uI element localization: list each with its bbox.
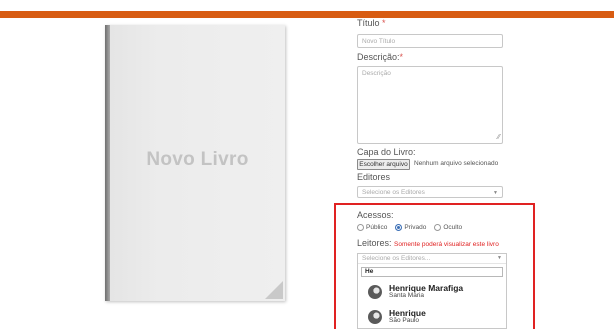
access-radio-group: Público Privado Oculto [357,224,462,231]
editors-select[interactable]: Selecione os Editores ▼ [357,186,503,198]
description-label: Descrição:* [357,52,403,62]
choose-file-button[interactable]: Escolher arquivo [357,159,410,170]
title-label: Título * [357,18,386,28]
radio-privado[interactable]: Privado [395,224,426,231]
chevron-down-icon: ▼ [497,255,502,261]
reader-city: Santa Maria [389,291,425,299]
description-label-text: Descrição: [357,52,400,62]
resize-handle-icon[interactable]: ⁄⁄ [498,134,500,141]
readers-select-dropdown[interactable]: Selecione os Editores... ▼ He Henrique M… [357,253,507,329]
book-cover-preview: Novo Livro [105,25,285,301]
radio-button-icon [434,224,442,231]
radio-label: Público [366,224,388,231]
access-label: Acessos: [357,210,394,220]
readers-select[interactable]: Selecione os Editores... ▼ [358,254,506,264]
reader-option[interactable]: Henrique São Paulo [358,304,506,328]
radio-button-selected-icon [395,224,403,231]
cover-label: Capa do Livro: [357,147,416,157]
editors-select-placeholder: Selecione os Editores [362,189,425,196]
file-status-text: Nenhum arquivo selecionado [414,160,499,167]
reader-option[interactable]: Henrique Marafiga Santa Maria [358,279,506,304]
readers-hint: Somente poderá visualizar este livro [394,241,499,248]
chevron-down-icon: ▼ [493,190,498,196]
title-input-placeholder: Novo Título [362,38,396,45]
page-curl-icon [265,281,283,299]
readers-search-input[interactable]: He [361,267,503,277]
description-textarea[interactable]: Descrição ⁄⁄ [357,66,503,144]
radio-label: Privado [404,224,427,231]
readers-select-placeholder: Selecione os Editores... [362,255,431,262]
top-accent-bar [0,11,614,18]
user-avatar-icon [368,284,382,299]
radio-publico[interactable]: Público [357,224,387,231]
title-input[interactable]: Novo Título [357,34,503,48]
book-cover-title: Novo Livro [146,149,249,170]
required-mark: * [382,18,386,28]
readers-label-row: Leitores: Somente poderá visualizar este… [357,238,499,248]
radio-oculto[interactable]: Oculto [434,224,462,231]
editors-label: Editores [357,172,391,182]
title-label-text: Título [357,18,380,28]
radio-button-icon [357,224,364,231]
required-mark: * [399,52,404,62]
readers-label: Leitores: [357,238,392,248]
description-placeholder: Descrição [362,70,391,77]
radio-label: Oculto [443,224,463,231]
reader-city: São Paulo [389,316,419,324]
user-avatar-icon [368,309,382,324]
